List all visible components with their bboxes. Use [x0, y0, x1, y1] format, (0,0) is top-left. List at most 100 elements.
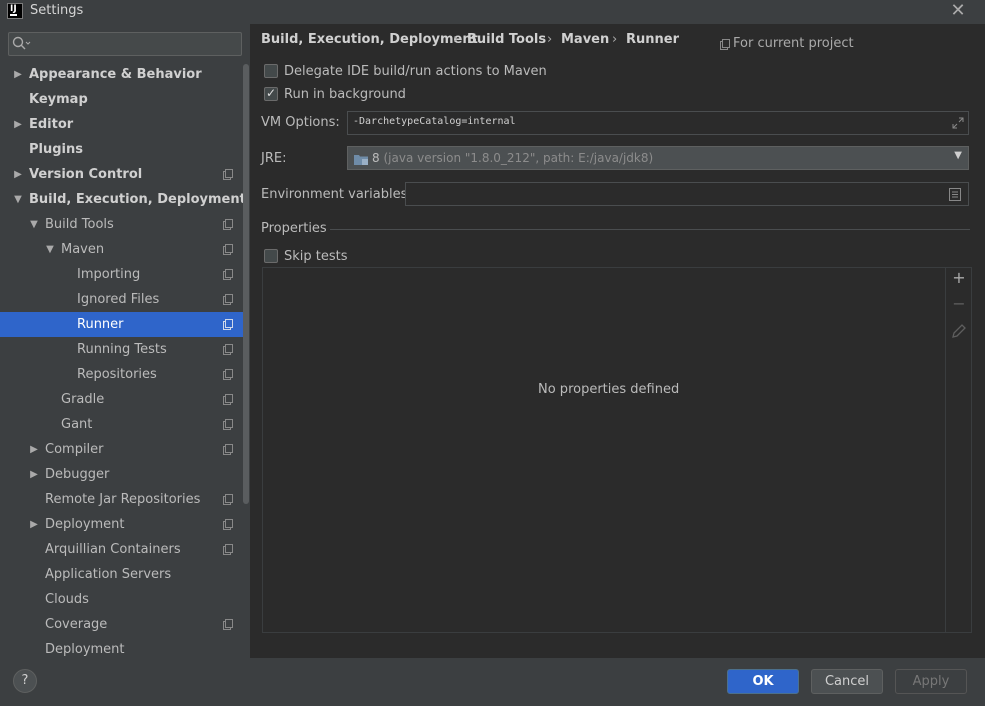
intellij-logo-icon [7, 3, 23, 19]
tree-item-deployment[interactable]: ▶ Deployment [0, 512, 250, 537]
vm-options-field[interactable]: -DarchetypeCatalog=internal [347, 111, 969, 135]
tree-item-label: Deployment [45, 517, 125, 532]
edit-list-icon[interactable] [949, 188, 961, 201]
chevron-right-icon[interactable]: ▶ [28, 437, 40, 462]
tree-item-label: Repositories [77, 367, 157, 382]
tree-item-deployment-2[interactable]: Deployment [0, 637, 250, 658]
breadcrumb-separator: › [612, 32, 618, 47]
jre-select[interactable]: 8 (java version "1.8.0_212", path: E:/ja… [347, 146, 969, 170]
vm-options-label: VM Options: [261, 115, 340, 130]
project-scope-icon [223, 619, 233, 630]
breadcrumb-item[interactable]: Maven [561, 32, 609, 47]
project-scope-icon [223, 444, 233, 455]
delegate-checkbox[interactable] [264, 64, 278, 78]
env-variables-field[interactable] [405, 182, 969, 206]
tree-item-label: Version Control [29, 167, 143, 182]
chevron-down-icon[interactable]: ▼ [12, 187, 24, 212]
tree-item-runner[interactable]: Runner [0, 312, 249, 337]
empty-state-text: No properties defined [538, 382, 680, 397]
tree-item-application-servers[interactable]: Application Servers [0, 562, 250, 587]
tree-item-label: Coverage [45, 617, 108, 632]
sidebar-scrollbar[interactable] [243, 64, 249, 504]
env-variables-label: Environment variables: [261, 187, 412, 202]
tree-item-gradle[interactable]: Gradle [0, 387, 250, 412]
jre-label: JRE: [261, 151, 287, 166]
jre-version: 8 [372, 151, 380, 165]
project-scope-icon [223, 169, 233, 180]
tree-item-ignored-files[interactable]: Ignored Files [0, 287, 250, 312]
properties-divider [330, 229, 970, 230]
chevron-right-icon[interactable]: ▶ [28, 462, 40, 487]
project-scope-icon [223, 269, 233, 280]
tree-item-label: Gant [61, 417, 93, 432]
tree-item-arquillian-containers[interactable]: Arquillian Containers [0, 537, 250, 562]
skip-tests-label[interactable]: Skip tests [284, 249, 348, 264]
breadcrumb-item[interactable]: Build, Execution, Deployment [261, 32, 478, 47]
vm-options-value[interactable]: -DarchetypeCatalog=internal [353, 116, 516, 127]
tree-item-label: Running Tests [77, 342, 167, 357]
tree-item-build-execution-deployment[interactable]: ▼ Build, Execution, Deployment [0, 187, 250, 212]
tree-item-gant[interactable]: Gant [0, 412, 250, 437]
dialog-footer: ? OK Cancel Apply [0, 658, 985, 706]
skip-tests-checkbox[interactable] [264, 249, 278, 263]
chevron-right-icon[interactable]: ▶ [12, 112, 24, 137]
ok-button[interactable]: OK [727, 669, 799, 694]
run-in-background-label[interactable]: Run in background [284, 87, 406, 102]
add-icon[interactable]: + [950, 269, 968, 287]
tree-item-label: Keymap [29, 92, 88, 107]
tree-item-plugins[interactable]: Plugins [0, 137, 250, 162]
expand-icon[interactable] [952, 117, 964, 129]
chevron-right-icon[interactable]: ▶ [12, 162, 24, 187]
tree-item-importing[interactable]: Importing [0, 262, 250, 287]
tree-item-version-control[interactable]: ▶ Version Control [0, 162, 250, 187]
help-button[interactable]: ? [13, 669, 37, 693]
project-scope-icon [720, 39, 730, 50]
delegate-label[interactable]: Delegate IDE build/run actions to Maven [284, 64, 547, 79]
title-bar: Settings ✕ [0, 0, 985, 24]
cancel-button[interactable]: Cancel [811, 669, 883, 694]
tree-item-remote-jar-repositories[interactable]: Remote Jar Repositories [0, 487, 250, 512]
search-input[interactable] [37, 35, 237, 53]
remove-icon[interactable]: − [950, 295, 968, 313]
close-icon[interactable]: ✕ [948, 0, 968, 22]
apply-button[interactable]: Apply [895, 669, 967, 694]
run-in-background-checkbox[interactable] [264, 86, 278, 101]
project-scope-icon [223, 219, 233, 230]
tree-item-label: Compiler [45, 442, 104, 457]
search-icon [12, 36, 31, 50]
tree-item-debugger[interactable]: ▶ Debugger [0, 462, 250, 487]
chevron-down-icon[interactable]: ▼ [44, 237, 56, 262]
tree-item-repositories[interactable]: Repositories [0, 362, 250, 387]
tree-item-clouds[interactable]: Clouds [0, 587, 250, 612]
tree-item-label: Debugger [45, 467, 110, 482]
tree-item-running-tests[interactable]: Running Tests [0, 337, 250, 362]
tree-item-label: Build Tools [45, 217, 114, 232]
search-box[interactable] [8, 32, 242, 56]
chevron-right-icon[interactable]: ▶ [28, 512, 40, 537]
tree-item-label: Ignored Files [77, 292, 160, 307]
properties-table[interactable] [262, 267, 972, 633]
project-scope-icon [223, 294, 233, 305]
chevron-down-icon[interactable]: ▼ [954, 150, 962, 161]
tree-item-label: Appearance & Behavior [29, 67, 202, 82]
chevron-right-icon[interactable]: ▶ [12, 62, 24, 87]
tree-item-label: Clouds [45, 592, 89, 607]
jre-value: 8 (java version "1.8.0_212", path: E:/ja… [372, 151, 653, 165]
tree-item-coverage[interactable]: Coverage [0, 612, 250, 637]
edit-icon[interactable] [950, 322, 968, 340]
page-title: Runner [626, 32, 680, 47]
tree-item-build-tools[interactable]: ▼ Build Tools [0, 212, 250, 237]
tree-item-label: Deployment [45, 642, 125, 657]
tree-item-editor[interactable]: ▶ Editor [0, 112, 250, 137]
chevron-down-icon[interactable]: ▼ [28, 212, 40, 237]
project-scope-icon [223, 369, 233, 380]
tree-item-compiler[interactable]: ▶ Compiler [0, 437, 250, 462]
project-scope-icon [223, 544, 233, 555]
tree-item-appearance-behavior[interactable]: ▶ Appearance & Behavior [0, 62, 250, 87]
breadcrumb-item[interactable]: Build Tools [467, 32, 546, 47]
tree-item-keymap[interactable]: Keymap [0, 87, 250, 112]
tree-item-label: Gradle [61, 392, 105, 407]
project-scope-icon [223, 419, 233, 430]
project-scope-icon [223, 344, 233, 355]
tree-item-maven[interactable]: ▼ Maven [0, 237, 250, 262]
